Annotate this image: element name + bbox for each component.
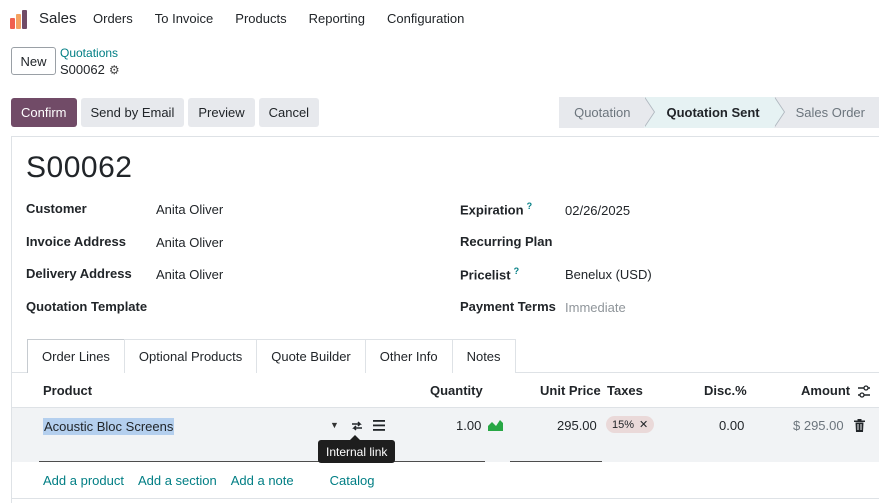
add-section-link[interactable]: Add a section: [138, 473, 217, 488]
column-amount[interactable]: Amount: [801, 383, 850, 398]
confirm-button[interactable]: Confirm: [11, 98, 77, 127]
remove-tag-icon[interactable]: ✕: [639, 418, 648, 431]
internal-link-tooltip: Internal link: [318, 440, 396, 463]
sales-app-icon[interactable]: [10, 9, 30, 29]
delivery-address-field[interactable]: Anita Oliver: [156, 267, 223, 282]
forecast-chart-icon[interactable]: [488, 419, 503, 431]
menu-reporting[interactable]: Reporting: [309, 11, 365, 26]
invoice-address-label: Invoice Address: [26, 234, 126, 249]
stage-quotation[interactable]: Quotation: [559, 97, 656, 128]
row-input-underline: [510, 461, 602, 462]
expiration-field[interactable]: 02/26/2025: [565, 203, 630, 218]
column-settings-icon[interactable]: [857, 385, 871, 398]
expiration-label: Expiration?: [460, 201, 532, 217]
preview-button[interactable]: Preview: [188, 98, 255, 127]
tax-badge-label: 15%: [612, 418, 635, 431]
stage-quotation-label: Quotation: [574, 105, 631, 120]
cancel-button[interactable]: Cancel: [258, 98, 320, 127]
payment-terms-label: Payment Terms: [460, 299, 556, 314]
quotation-template-field[interactable]: [156, 299, 306, 315]
discount-input[interactable]: 0.00: [719, 418, 744, 433]
delivery-address-label: Delivery Address: [26, 266, 132, 281]
new-button[interactable]: New: [11, 47, 56, 75]
amount-value: $ 295.00: [793, 418, 844, 433]
action-bar: Confirm Send by Email Preview Cancel: [11, 98, 323, 127]
pricelist-label: Pricelist?: [460, 266, 519, 282]
payment-terms-field[interactable]: Immediate: [565, 300, 626, 315]
tab-quote-builder[interactable]: Quote Builder: [256, 339, 366, 373]
quantity-input[interactable]: 1.00: [456, 418, 481, 433]
menu-orders[interactable]: Orders: [93, 11, 133, 26]
tab-notes[interactable]: Notes: [451, 339, 516, 373]
add-note-link[interactable]: Add a note: [231, 473, 294, 488]
tab-order-lines[interactable]: Order Lines: [27, 339, 125, 373]
quotation-template-label: Quotation Template: [26, 299, 148, 314]
menu-products[interactable]: Products: [235, 11, 286, 26]
record-reference: S00062 ⚙: [60, 62, 120, 77]
add-product-link[interactable]: Add a product: [43, 473, 124, 488]
app-name[interactable]: Sales: [39, 10, 77, 27]
pricelist-label-text: Pricelist: [460, 267, 511, 283]
column-quantity[interactable]: Quantity: [430, 383, 483, 398]
table-footer-divider: [12, 498, 879, 499]
form-sheet: S00062 Customer Anita Oliver Invoice Add…: [11, 136, 879, 503]
menu-configuration[interactable]: Configuration: [387, 11, 464, 26]
column-discount[interactable]: Disc.%: [704, 383, 747, 398]
stage-sales-order[interactable]: Sales Order: [773, 97, 879, 128]
recurring-plan-label: Recurring Plan: [460, 234, 553, 249]
order-lines-header: Product Quantity Unit Price Taxes Disc.%…: [12, 374, 879, 408]
column-product[interactable]: Product: [43, 383, 92, 398]
trash-icon[interactable]: [854, 419, 865, 432]
customer-field[interactable]: Anita Oliver: [156, 202, 223, 217]
tax-badge[interactable]: 15% ✕: [606, 416, 655, 433]
stage-quotation-sent-label: Quotation Sent: [666, 105, 760, 120]
invoice-address-field[interactable]: Anita Oliver: [156, 235, 223, 250]
help-icon[interactable]: ?: [527, 201, 533, 211]
catalog-button[interactable]: Catalog: [330, 473, 375, 488]
record-ref-text: S00062: [60, 62, 105, 77]
notebook-tabs: Order Lines Optional Products Quote Buil…: [27, 339, 516, 373]
column-taxes[interactable]: Taxes: [607, 383, 643, 398]
row-input-underline: [39, 461, 485, 462]
stage-sales-order-label: Sales Order: [795, 105, 865, 120]
help-icon[interactable]: ?: [514, 266, 520, 276]
menu-to-invoice[interactable]: To Invoice: [155, 11, 214, 26]
column-unit-price[interactable]: Unit Price: [540, 383, 601, 398]
breadcrumb-quotations[interactable]: Quotations: [60, 46, 118, 60]
gear-icon[interactable]: ⚙: [109, 63, 120, 77]
status-bar: Quotation Quotation Sent Sales Order: [559, 97, 879, 128]
recurring-plan-field[interactable]: [565, 234, 715, 250]
pricelist-field[interactable]: Benelux (USD): [565, 267, 652, 282]
product-input[interactable]: Acoustic Bloc Screens: [43, 418, 175, 435]
menu-lines-icon[interactable]: [373, 420, 385, 431]
customer-label: Customer: [26, 201, 87, 216]
table-row[interactable]: Acoustic Bloc Screens ▼ 1.00 295.00 0.00…: [12, 408, 879, 462]
internal-link-icon[interactable]: [350, 419, 364, 433]
main-menu: Orders To Invoice Products Reporting Con…: [93, 11, 486, 26]
stage-quotation-sent[interactable]: Quotation Sent: [644, 97, 785, 128]
send-by-email-button[interactable]: Send by Email: [80, 98, 185, 127]
unit-price-input[interactable]: 295.00: [557, 418, 597, 433]
tab-other-info[interactable]: Other Info: [364, 339, 453, 373]
add-line-links: Add a product Add a section Add a note C…: [43, 473, 388, 488]
caret-down-icon[interactable]: ▼: [330, 420, 339, 430]
tab-optional-products[interactable]: Optional Products: [123, 339, 258, 373]
top-navbar: Sales Orders To Invoice Products Reporti…: [0, 0, 879, 38]
form-title: S00062: [26, 151, 133, 184]
expiration-label-text: Expiration: [460, 202, 524, 218]
